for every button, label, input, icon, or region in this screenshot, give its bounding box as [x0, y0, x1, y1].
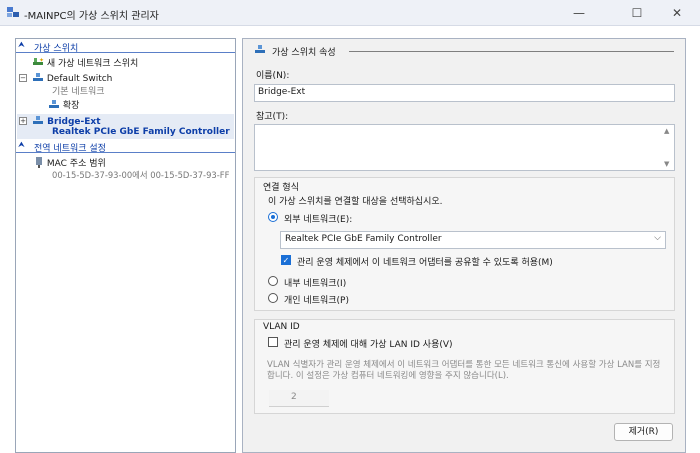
new-virtual-switch-item[interactable]: ✦ 새 가상 네트워크 스위치: [32, 56, 138, 69]
internal-network-label[interactable]: 내부 네트워크(I): [284, 276, 346, 289]
private-network-label[interactable]: 개인 네트워크(P): [284, 293, 349, 306]
external-network-radio[interactable]: [268, 212, 278, 222]
hyper-v-manager-icon: [7, 7, 19, 17]
sidebar-item-mac-range[interactable]: MAC 주소 범위: [34, 156, 106, 169]
minimize-button[interactable]: —: [556, 0, 602, 26]
scroll-up-icon[interactable]: ▲: [664, 127, 669, 135]
switch-icon: [33, 73, 43, 81]
title-bar: -MAINPC의 가상 스위치 관리자 — ☐ ✕: [0, 0, 700, 26]
collapse-box-icon[interactable]: −: [19, 74, 27, 82]
switch-properties-pane: 가상 스위치 속성 이름(N): Bridge-Ext 참고(T): ▲ ▼ 연…: [242, 38, 686, 453]
name-input[interactable]: Bridge-Ext: [254, 84, 675, 102]
external-network-label[interactable]: 외부 네트워크(E):: [284, 212, 352, 225]
switch-icon: [255, 45, 265, 53]
sidebar-item-bridge-ext[interactable]: Bridge-Ext: [32, 115, 101, 127]
switch-tree-pane: ⮝ 가상 스위치 ✦ 새 가상 네트워크 스위치 − Default Switc…: [15, 38, 236, 453]
collapse-chevron-icon: ⮝: [18, 40, 25, 49]
remove-button[interactable]: 제거(R): [614, 423, 673, 441]
virtual-switches-header[interactable]: ⮝ 가상 스위치: [16, 40, 235, 54]
mac-range-value: 00-15-5D-37-93-00에서 00-15-5D-37-93-FF: [52, 170, 230, 180]
collapse-chevron-icon: ⮝: [18, 140, 25, 149]
expand-box-icon[interactable]: +: [19, 117, 27, 125]
sidebar-item-extensions[interactable]: 확장: [48, 98, 79, 111]
vlan-enable-checkbox[interactable]: [268, 337, 278, 347]
connection-type-title: 연결 형식: [263, 183, 299, 193]
name-label: 이름(N):: [256, 71, 290, 81]
allow-management-os-label[interactable]: 관리 운영 체제에서 이 네트워크 어댑터를 공유할 수 있도록 허용(M): [297, 255, 553, 268]
notes-textarea[interactable]: [254, 124, 675, 171]
global-network-settings-header[interactable]: ⮝ 전역 네트워크 설정: [16, 140, 235, 154]
private-network-radio[interactable]: [268, 293, 278, 303]
internal-network-radio[interactable]: [268, 276, 278, 286]
adapter-select[interactable]: Realtek PCIe GbE Family Controller ⌵: [280, 231, 666, 249]
default-switch-subtitle: 기본 네트워크: [52, 87, 105, 97]
bridge-adapter-name: Realtek PCIe GbE Family Controller: [52, 127, 230, 137]
scroll-down-icon[interactable]: ▼: [664, 160, 669, 168]
window-title: -MAINPC의 가상 스위치 관리자: [24, 11, 159, 22]
vlan-description: VLAN 식별자가 관리 운영 체제에서 이 네트워크 어댑터를 통한 모든 네…: [267, 360, 661, 381]
vlan-enable-label[interactable]: 관리 운영 체제에 대해 가상 LAN ID 사용(V): [284, 337, 453, 350]
extension-icon: [49, 100, 59, 108]
allow-management-os-checkbox[interactable]: ✓: [281, 255, 291, 265]
svg-text:✦: ✦: [39, 57, 44, 64]
vlan-title: VLAN ID: [263, 322, 300, 332]
section-title: 가상 스위치 속성: [272, 48, 336, 58]
notes-label: 참고(T):: [256, 112, 289, 122]
section-divider: [349, 51, 674, 52]
connection-type-prompt: 이 가상 스위치를 연결할 대상을 선택하십시오.: [268, 197, 443, 207]
chevron-down-icon: ⌵: [654, 233, 661, 243]
new-switch-icon: ✦: [33, 57, 44, 65]
switch-icon: [33, 116, 43, 124]
mac-address-icon: [36, 157, 42, 168]
vlan-id-input[interactable]: 2: [269, 390, 329, 407]
sidebar-item-default-switch[interactable]: Default Switch: [32, 72, 112, 84]
close-button[interactable]: ✕: [654, 0, 700, 26]
